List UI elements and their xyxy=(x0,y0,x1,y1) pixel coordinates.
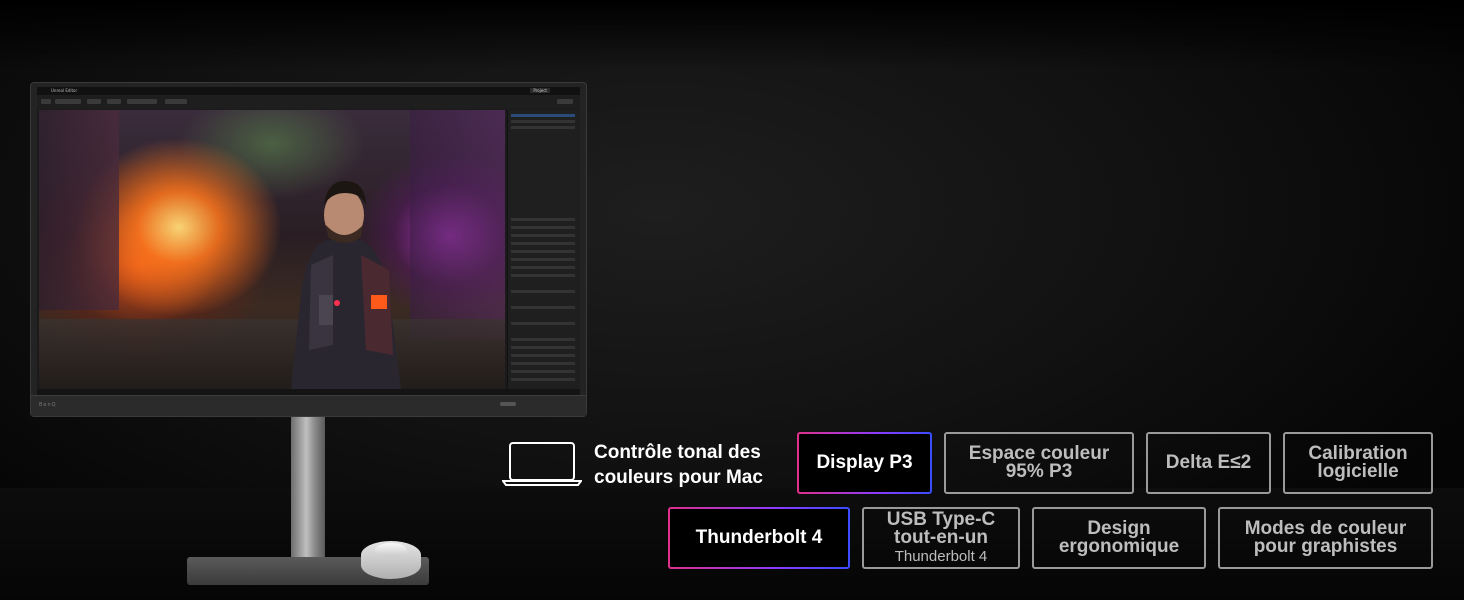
panel-row xyxy=(511,226,575,229)
project-badge: Project xyxy=(530,88,550,93)
game-viewport xyxy=(39,110,505,389)
badge-line-2: 95% P3 xyxy=(1005,461,1073,482)
power-button xyxy=(500,402,516,406)
badge-subline: Thunderbolt 4 xyxy=(894,548,988,565)
panel-row xyxy=(511,338,575,341)
panel-row xyxy=(511,218,575,221)
panel-row xyxy=(511,234,575,237)
monitor: Unreal Editor Project BenQ xyxy=(31,83,586,416)
feature-badge-ergonomic: Design ergonomique xyxy=(1032,507,1206,569)
badge-line-1: Thunderbolt 4 xyxy=(695,527,823,548)
brand-logo: BenQ xyxy=(39,402,57,408)
panel-row xyxy=(511,126,575,129)
badge-line-2: tout-en-un xyxy=(894,527,988,548)
panel-row xyxy=(511,290,575,293)
toolbar-button xyxy=(127,99,157,104)
left-building xyxy=(39,110,119,310)
app-title: Unreal Editor xyxy=(51,88,78,93)
badge-line-2: logicielle xyxy=(1317,461,1399,482)
top-shadow xyxy=(0,0,1464,70)
panel-row xyxy=(511,274,575,277)
badge-line-1: Delta E≤2 xyxy=(1165,452,1252,473)
toolbar-button xyxy=(557,99,573,104)
panel-row xyxy=(511,114,575,117)
puck-dial xyxy=(375,543,407,557)
badge-line-1: Display P3 xyxy=(816,452,913,473)
toolbar-button xyxy=(41,99,51,104)
panel-row xyxy=(511,378,575,381)
panel-row xyxy=(511,362,575,365)
soldier-figure xyxy=(291,181,401,389)
feature-badge-usb-c: USB Type-C tout-en-un Thunderbolt 4 xyxy=(862,507,1020,569)
feature-badge-display-p3: Display P3 xyxy=(797,432,932,494)
panel-row xyxy=(511,370,575,373)
panel-row xyxy=(511,120,575,123)
feature-badge-color-space: Espace couleur 95% P3 xyxy=(944,432,1134,494)
app-toolbar xyxy=(37,95,580,109)
panel-row xyxy=(511,306,575,309)
mac-tone-line-2: couleurs pour Mac xyxy=(594,467,763,488)
panel-row xyxy=(511,250,575,253)
right-building xyxy=(410,110,505,340)
toolbar-button xyxy=(55,99,81,104)
feature-badge-thunderbolt: Thunderbolt 4 xyxy=(668,507,850,569)
badge-line-2: ergonomique xyxy=(1058,536,1180,557)
monitor-bezel: BenQ xyxy=(31,395,586,416)
panel-row xyxy=(511,322,575,325)
mac-tone-line-1: Contrôle tonal des xyxy=(594,442,761,463)
panel-row xyxy=(511,346,575,349)
stand-neck xyxy=(291,417,325,563)
hotkey-puck xyxy=(361,541,421,579)
toolbar-button xyxy=(107,99,121,104)
laptop-icon xyxy=(502,442,582,486)
app-title-bar: Unreal Editor Project xyxy=(37,87,580,95)
toolbar-button xyxy=(165,99,187,104)
panel-row xyxy=(511,242,575,245)
details-panel xyxy=(507,110,580,389)
toolbar-button xyxy=(87,99,101,104)
panel-row xyxy=(511,354,575,357)
panel-row xyxy=(511,258,575,261)
badge-line-2: pour graphistes xyxy=(1253,536,1398,557)
mac-tone-control-text: Contrôle tonal des couleurs pour Mac xyxy=(594,440,763,490)
monitor-screen: Unreal Editor Project xyxy=(37,87,580,396)
feature-badge-color-modes: Modes de couleur pour graphistes xyxy=(1218,507,1433,569)
panel-row xyxy=(511,266,575,269)
feature-badge-calibration: Calibration logicielle xyxy=(1283,432,1433,494)
feature-badge-delta-e: Delta E≤2 xyxy=(1146,432,1271,494)
